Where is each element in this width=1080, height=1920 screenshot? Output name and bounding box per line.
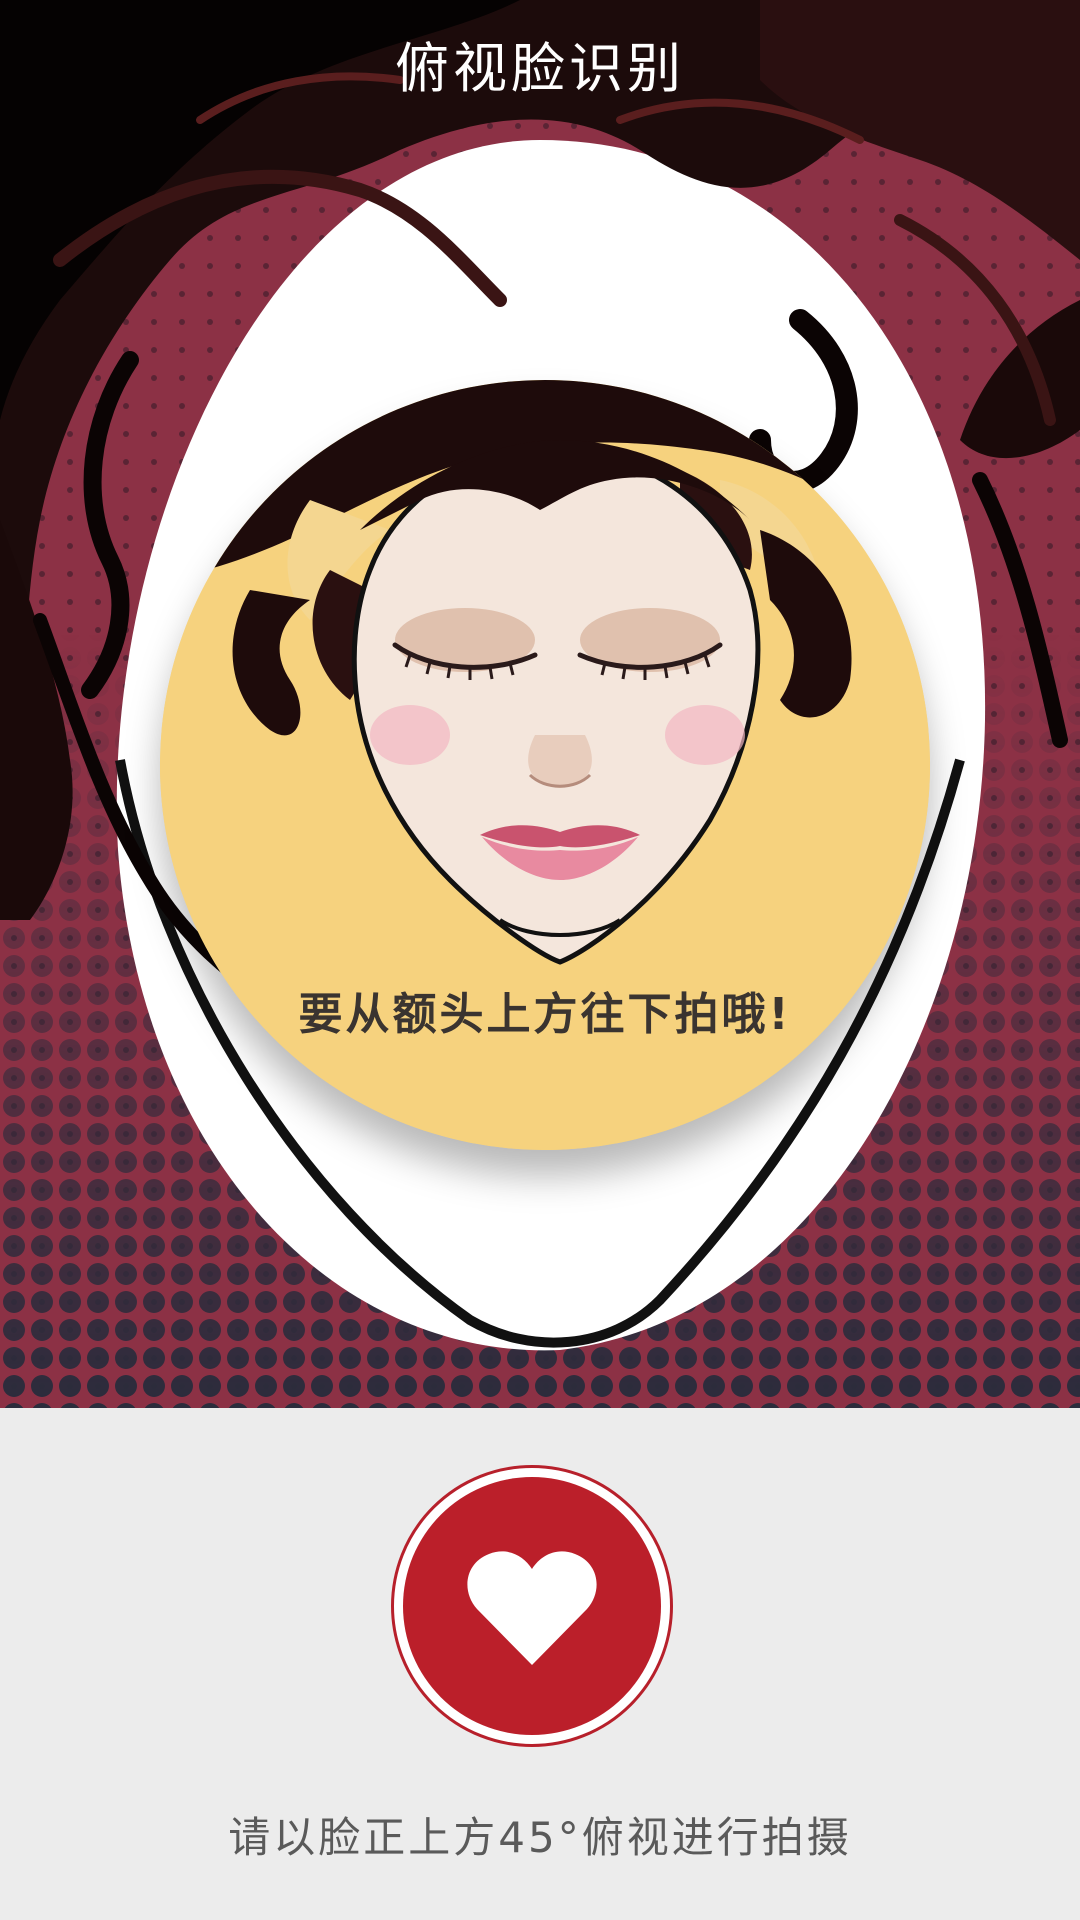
shooting-hint: 请以脸正上方45°俯视进行拍摄 <box>228 1813 852 1862</box>
face-circle: 要从额头上方往下拍哦! <box>160 380 930 1150</box>
page-title: 俯视脸识别 <box>395 37 685 100</box>
instruction-text: 要从额头上方往下拍哦! <box>298 989 792 1040</box>
hero-illustration: 要从额头上方往下拍哦! 俯视脸识别 <box>0 0 1080 1408</box>
capture-button[interactable] <box>391 1465 673 1747</box>
heart-icon <box>467 1551 597 1665</box>
screen: 要从额头上方往下拍哦! 俯视脸识别 请以脸正上方45°俯视进行拍摄 <box>0 0 1080 1920</box>
capture-button-face[interactable] <box>403 1477 661 1735</box>
